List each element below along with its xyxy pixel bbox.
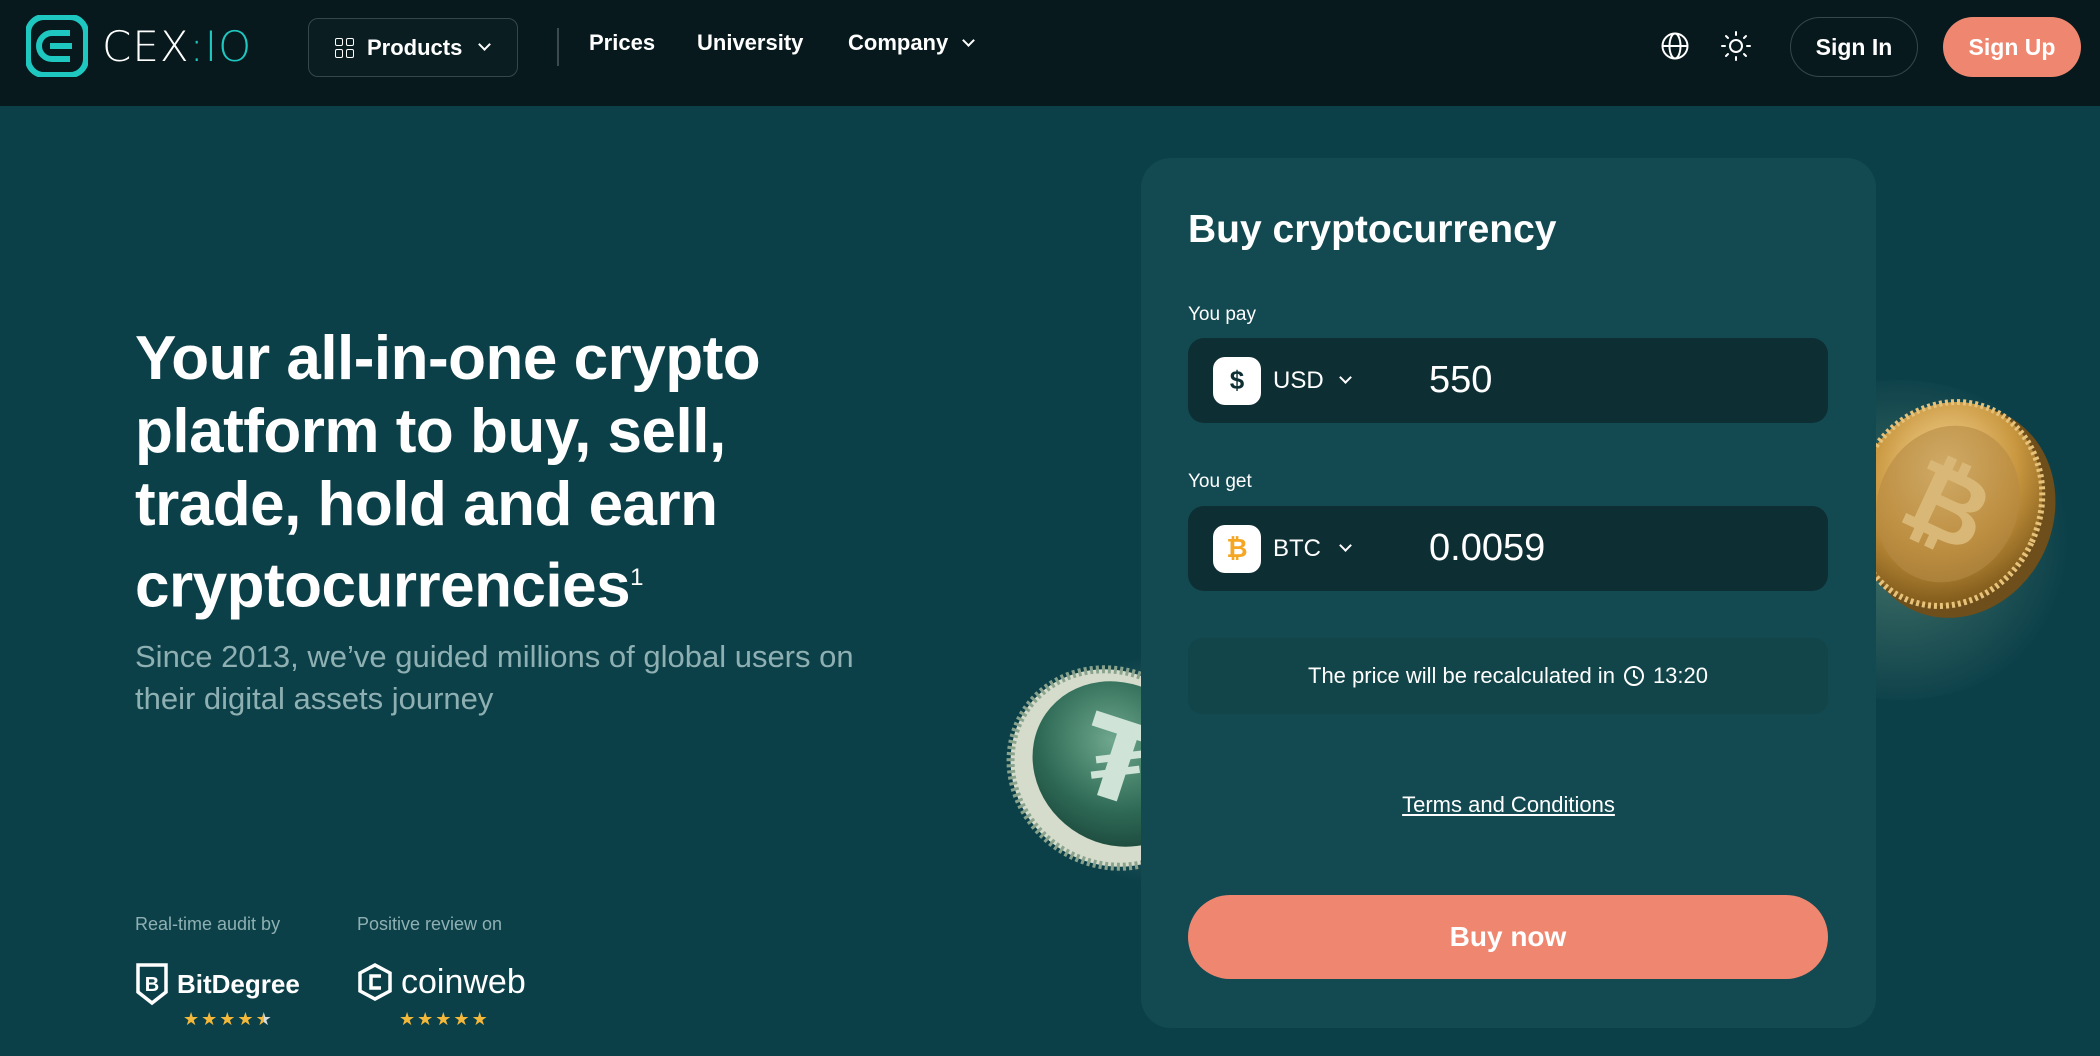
bitdegree-shield-icon: B: [136, 963, 168, 1006]
star-icon: ★: [237, 1009, 254, 1029]
coinweb-name: coinweb: [401, 962, 526, 1001]
cex-io-logo[interactable]: CEX:IO: [26, 15, 253, 77]
hero-title: Your all-in-one crypto platform to buy, …: [135, 322, 895, 623]
bitdegree-rating: ★ ★ ★ ★ ★: [183, 1010, 272, 1028]
pay-amount-input[interactable]: 550: [1429, 359, 1492, 402]
nav-link-university[interactable]: University: [697, 30, 803, 56]
top-nav-bar: CEX:IO Products Prices University Compan…: [0, 0, 2100, 106]
chevron-down-icon: [478, 38, 492, 51]
coinweb-logo[interactable]: coinweb: [357, 962, 526, 1002]
pay-amount-field: $ USD 550: [1188, 338, 1828, 423]
price-recalc-notice: The price will be recalculated in 13:20: [1188, 638, 1828, 714]
clock-icon: [1623, 666, 1644, 686]
star-icon: ★: [201, 1009, 218, 1029]
bitdegree-logo[interactable]: B BitDegree: [135, 962, 300, 1006]
logo-mark-icon: [26, 15, 88, 77]
language-globe-icon[interactable]: [1659, 30, 1691, 62]
star-icon: ★: [183, 1009, 200, 1029]
buy-now-button[interactable]: Buy now: [1188, 895, 1828, 979]
chevron-down-icon: [962, 33, 976, 47]
get-currency-select[interactable]: ₿ BTC: [1188, 524, 1352, 573]
bitcoin-icon: ₿: [1213, 524, 1261, 573]
half-star-icon: ★: [255, 1009, 272, 1029]
nav-link-prices[interactable]: Prices: [589, 30, 655, 56]
review-label: Positive review on: [357, 914, 503, 934]
buy-card-title: Buy cryptocurrency: [1188, 208, 1557, 251]
recalc-text: The price will be recalculated in: [1308, 663, 1615, 688]
get-amount-field: ₿ BTC 0.0059: [1188, 506, 1828, 591]
dollar-symbol: $: [1229, 365, 1245, 395]
sign-up-button[interactable]: Sign Up: [1943, 17, 2081, 77]
pay-currency-select[interactable]: $ USD: [1188, 356, 1352, 405]
terms-and-conditions-link[interactable]: Terms and Conditions: [1141, 792, 1876, 818]
logo-suffix: IO: [204, 21, 253, 71]
chevron-down-icon: [1339, 371, 1352, 384]
products-menu-button[interactable]: Products: [308, 18, 518, 77]
coinweb-mark-icon: [358, 963, 392, 1001]
chevron-down-icon: [1339, 539, 1352, 552]
dollar-icon: $: [1213, 356, 1261, 405]
you-pay-label: You pay: [1188, 304, 1256, 325]
bitdegree-name: BitDegree: [177, 968, 300, 999]
footnote-marker[interactable]: 1: [630, 564, 643, 591]
get-amount-input[interactable]: 0.0059: [1429, 527, 1545, 570]
bitcoin-symbol: ₿: [1226, 533, 1248, 563]
hero-subtitle: Since 2013, we’ve guided millions of glo…: [135, 639, 854, 716]
star-icon: ★: [453, 1009, 470, 1029]
nav-divider: [557, 28, 559, 66]
sign-in-button[interactable]: Sign In: [1790, 17, 1918, 77]
star-icon: ★: [417, 1009, 434, 1029]
audit-label: Real-time audit by: [135, 914, 281, 934]
svg-text:B: B: [145, 974, 159, 996]
star-icon: ★: [399, 1009, 416, 1029]
company-label: Company: [848, 30, 949, 55]
buy-crypto-widget: Buy cryptocurrency You pay $ USD 550 You…: [1141, 158, 1876, 1028]
hero-title-text: Your all-in-one crypto platform to buy, …: [135, 324, 761, 621]
coinweb-rating: ★ ★ ★ ★ ★: [399, 1010, 488, 1028]
recalc-timer: 13:20: [1652, 663, 1708, 688]
get-currency-code: BTC: [1273, 534, 1321, 562]
pay-currency-code: USD: [1273, 366, 1324, 394]
grid-icon: [335, 37, 355, 58]
star-icon: ★: [219, 1009, 236, 1029]
products-label: Products: [367, 34, 463, 60]
nav-link-company[interactable]: Company: [848, 30, 976, 56]
star-icon: ★: [471, 1009, 488, 1029]
theme-sun-icon[interactable]: [1720, 30, 1752, 62]
you-get-label: You get: [1188, 471, 1252, 492]
logo-name: CEX: [102, 21, 190, 71]
logo-wordmark: CEX:IO: [102, 21, 253, 71]
star-icon: ★: [435, 1009, 452, 1029]
